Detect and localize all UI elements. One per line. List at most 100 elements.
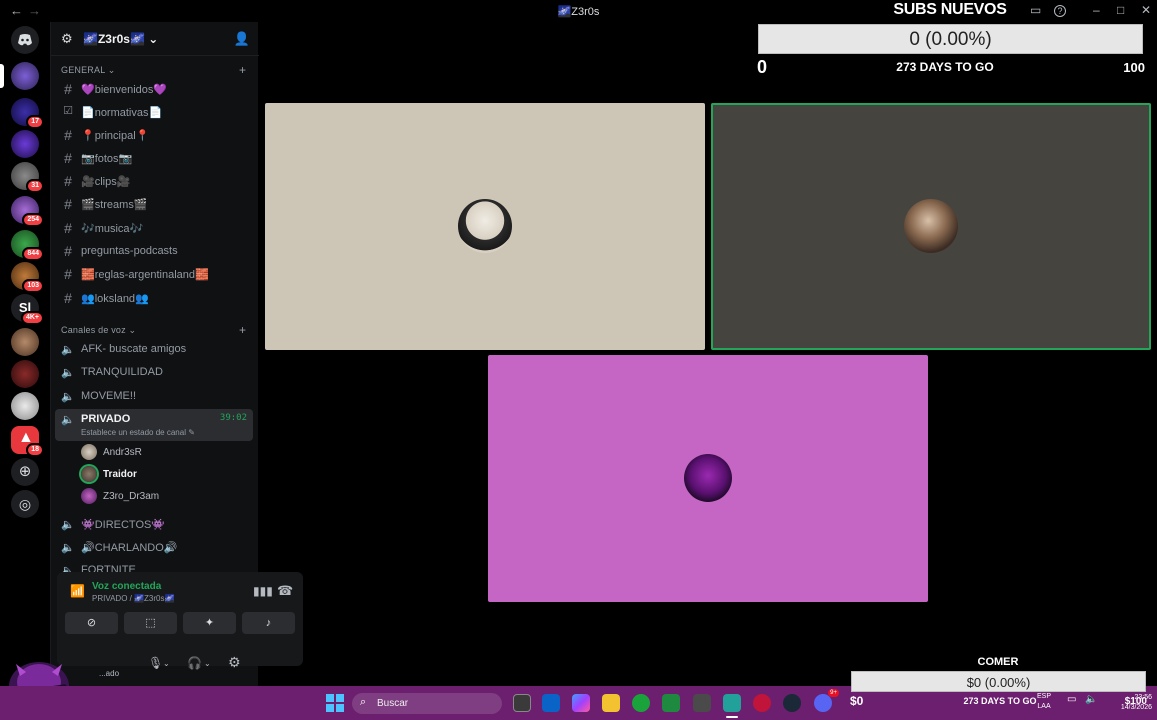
file-explorer-icon[interactable]: [602, 694, 620, 712]
server-icon-6[interactable]: 844: [11, 230, 44, 261]
disconnect-icon[interactable]: ☎: [277, 583, 293, 599]
voice-channel-moveme[interactable]: 🔈 MOVEME!!: [55, 386, 253, 407]
subs-goal-days: 273 DAYS TO GO: [896, 60, 994, 74]
server-icon-2[interactable]: 17: [11, 98, 44, 129]
server-badge: 4K+: [20, 311, 44, 325]
video-tile-andr3sr[interactable]: [265, 103, 705, 350]
microphone-icon[interactable]: 🎙: [148, 656, 163, 670]
volume-icon[interactable]: 🔈: [1085, 694, 1097, 705]
minimize-icon[interactable]: –: [1093, 3, 1100, 17]
voice-channel-directos[interactable]: 🔈 👾DIRECTOS👾: [55, 514, 253, 535]
channel-bienvenidos[interactable]: # 💜bienvenidos💜: [55, 79, 253, 100]
server-icon-9[interactable]: [11, 328, 39, 356]
server-icon-5[interactable]: 254: [11, 196, 44, 227]
signal-icon[interactable]: 📶: [70, 584, 85, 598]
subs-goal-progress-text: 0 (0.00%): [909, 29, 992, 50]
server-icon-3[interactable]: [11, 130, 39, 158]
discord-home-icon[interactable]: [11, 26, 39, 54]
user-area: 🎙 ⌄ 🎧 ⌄ ⚙ ...ado: [51, 650, 259, 686]
invite-people-icon[interactable]: 👤: [234, 31, 250, 47]
hash-icon: #: [64, 266, 72, 282]
channel-principal[interactable]: # 📍principal📍: [55, 125, 253, 146]
video-tile-traidor[interactable]: [711, 103, 1151, 350]
server-name-text: Z3r0s: [97, 32, 130, 46]
server-badge: 844: [22, 247, 44, 261]
server-badge: 103: [22, 279, 44, 293]
discord-taskbar-icon[interactable]: 9+: [814, 689, 839, 712]
video-tile-z3ro-dr3am[interactable]: [488, 355, 928, 602]
speaker-active-icon: 🔈: [61, 414, 75, 426]
maximize-icon[interactable]: □: [1117, 3, 1124, 17]
user-settings-gear-icon[interactable]: ⚙: [228, 654, 241, 671]
inbox-icon[interactable]: ▭: [1030, 3, 1041, 17]
task-view-icon[interactable]: [513, 694, 531, 712]
activities-button[interactable]: ✦: [183, 612, 236, 634]
headphones-icon[interactable]: 🎧: [187, 656, 202, 670]
outlook-icon[interactable]: [542, 694, 560, 712]
opera-icon[interactable]: [753, 694, 771, 712]
voice-channel-charlando[interactable]: 🔈 🔊CHARLANDO🔊: [55, 537, 253, 558]
server-icon-z3r0s[interactable]: [11, 62, 39, 90]
server-icon-12[interactable]: ▲ 18: [11, 426, 44, 457]
voice-channel-tranquilidad[interactable]: 🔈 TRANQUILIDAD: [55, 362, 253, 383]
headphones-chevron-icon[interactable]: ⌄: [204, 659, 211, 668]
explore-icon[interactable]: ◎: [11, 490, 39, 518]
store-icon[interactable]: [693, 694, 711, 712]
voice-channel-privado[interactable]: 🔈 PRIVADO 39:02 Establece un estado de c…: [55, 409, 253, 441]
server-name-emoji-end: 🌌: [129, 32, 145, 46]
channel-normativas[interactable]: ☑ 📄normativas📄: [55, 102, 253, 123]
channel-clips[interactable]: # 🎥clips🎥: [55, 171, 253, 192]
server-icon-11[interactable]: [11, 392, 39, 420]
channel-label: 🎥clips🎥: [81, 176, 131, 188]
channel-reglas-argentinaland[interactable]: # 🧱reglas-argentinaland🧱: [55, 264, 253, 285]
voice-channel-fortnite[interactable]: 🔈 FORTNITE: [55, 560, 253, 572]
server-icon-10[interactable]: [11, 360, 39, 388]
channel-musica[interactable]: # 🎶musica🎶: [55, 218, 253, 239]
close-icon[interactable]: ✕: [1141, 3, 1151, 17]
noise-suppression-icon[interactable]: ▮▮▮: [253, 584, 273, 598]
speaker-icon: 🔈: [61, 367, 75, 379]
server-icon-4[interactable]: 31: [11, 162, 44, 193]
subs-goal-bar: 0 (0.00%): [758, 24, 1143, 54]
taskbar-search[interactable]: ⌕ Buscar: [352, 693, 502, 714]
screen-share-button[interactable]: ⬚: [124, 612, 177, 634]
voice-channel-afk[interactable]: 🔈 AFK- buscate amigos: [55, 339, 253, 360]
server-icon-8[interactable]: Sl 4K+: [11, 294, 44, 325]
xbox-icon[interactable]: [632, 694, 650, 712]
hash-icon: #: [64, 220, 72, 236]
channel-preguntas-podcasts[interactable]: # preguntas-podcasts: [55, 241, 253, 262]
network-icon[interactable]: ▭: [1067, 694, 1076, 705]
comer-goal-days: 273 DAYS TO GO: [963, 696, 1037, 706]
steam-icon[interactable]: [783, 694, 801, 712]
help-icon[interactable]: ?: [1054, 5, 1066, 17]
channel-status[interactable]: Establece un estado de canal ✎: [81, 428, 195, 437]
mic-chevron-icon[interactable]: ⌄: [163, 659, 170, 668]
server-name-emoji: 🌌: [83, 32, 98, 46]
excel-icon[interactable]: [662, 694, 680, 712]
create-voice-channel-icon[interactable]: +: [239, 323, 246, 337]
copilot-icon[interactable]: [572, 694, 590, 712]
comer-goal-min: $0: [850, 694, 864, 708]
voice-timer: 39:02: [219, 413, 247, 423]
add-server-icon[interactable]: ⊕: [11, 458, 39, 486]
category-voice[interactable]: Canales de voz ⌄: [61, 325, 136, 336]
soundboard-button[interactable]: ♪: [242, 612, 295, 634]
channel-streams[interactable]: # 🎬streams🎬: [55, 194, 253, 215]
subs-goal-min: 0: [757, 57, 768, 77]
channel-label: TRANQUILIDAD: [81, 366, 163, 378]
create-channel-icon[interactable]: +: [239, 63, 246, 77]
voice-connected-title: Voz conectada: [92, 581, 162, 592]
channel-sidebar: ⚙ 🌌Z3r0s🌌 ⌄ 👤 GENERAL ⌄ + # 💜bienvenidos💜…: [50, 22, 303, 686]
server-icon-7[interactable]: 103: [11, 262, 44, 293]
start-windows-icon[interactable]: [326, 694, 344, 712]
terminal-app-icon[interactable]: [723, 694, 741, 712]
server-header[interactable]: ⚙ 🌌Z3r0s🌌 ⌄ 👤: [51, 22, 259, 56]
server-boost-icon: ⚙: [61, 31, 73, 46]
server-name: 🌌Z3r0s🌌 ⌄: [83, 32, 159, 46]
search-icon: ⌕: [360, 696, 367, 708]
category-general[interactable]: GENERAL ⌄: [61, 65, 116, 76]
channel-loksland[interactable]: # 👥loksland👥: [55, 288, 253, 309]
voice-connected-subtitle[interactable]: PRIVADO / 🌌Z3r0s🌌: [92, 594, 174, 603]
camera-off-button[interactable]: ⊘: [65, 612, 118, 634]
channel-fotos[interactable]: # 📷fotos📷: [55, 148, 253, 169]
